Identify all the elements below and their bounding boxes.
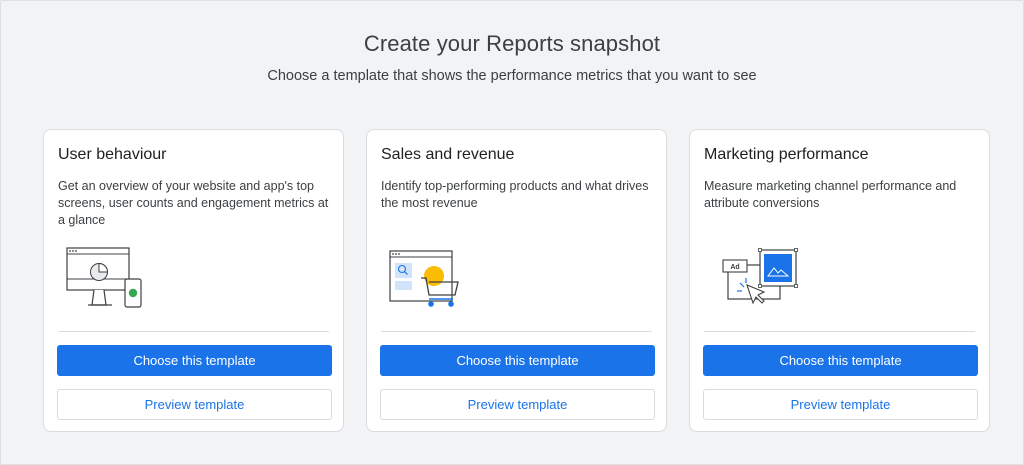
card-divider xyxy=(381,331,652,332)
card-description: Measure marketing channel performance an… xyxy=(704,179,957,210)
choose-template-button[interactable]: Choose this template xyxy=(57,345,332,376)
browser-shopping-cart-illustration xyxy=(389,250,459,307)
page-subtitle: Choose a template that shows the perform… xyxy=(267,68,757,84)
page-title: Create your Reports snapshot xyxy=(363,31,661,56)
card-title: Sales and revenue xyxy=(381,146,515,163)
card-description: Identify top-performing products and wha… xyxy=(381,179,649,210)
card-description: Get an overview of your website and app'… xyxy=(58,179,329,227)
template-card-sales-and-revenue: Sales and revenue Identify top-performin… xyxy=(366,129,667,432)
preview-template-button[interactable]: Preview template xyxy=(703,389,978,420)
ad-badge: Ad xyxy=(730,264,739,271)
card-title: User behaviour xyxy=(58,146,167,163)
choose-template-button[interactable]: Choose this template xyxy=(380,345,655,376)
choose-template-button[interactable]: Choose this template xyxy=(703,345,978,376)
template-card-marketing-performance: Marketing performance Measure marketing … xyxy=(689,129,990,432)
template-cards: User behaviour Get an overview of your w… xyxy=(43,129,990,432)
monitor-phone-illustration xyxy=(66,247,142,308)
ad-cursor-illustration: Ad xyxy=(722,248,798,305)
card-divider xyxy=(704,331,975,332)
preview-template-button[interactable]: Preview template xyxy=(57,389,332,420)
card-title: Marketing performance xyxy=(704,146,869,163)
template-card-user-behaviour: User behaviour Get an overview of your w… xyxy=(43,129,344,432)
preview-template-button[interactable]: Preview template xyxy=(380,389,655,420)
card-divider xyxy=(58,331,329,332)
